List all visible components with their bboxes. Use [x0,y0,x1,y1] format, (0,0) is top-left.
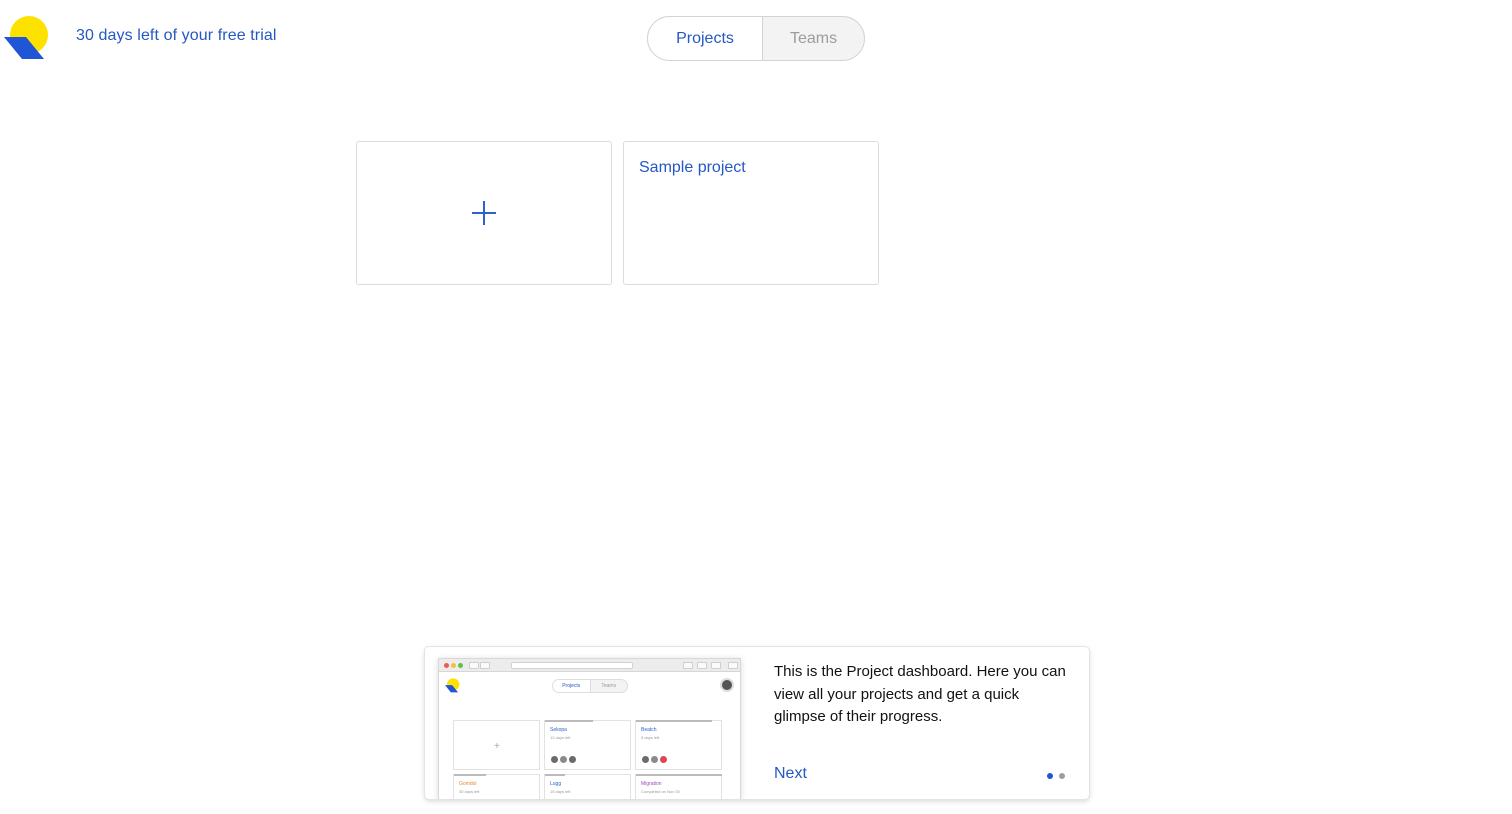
preview-url-bar [511,662,633,669]
preview-card-subtitle: Completed on Nov 05 [641,789,680,794]
preview-card-subtitle: 5 days left [641,735,660,740]
preview-card: Migration Completed on Nov 05 [635,774,722,799]
preview-avatar [650,755,659,764]
trial-status-text[interactable]: 30 days left of your free trial [76,27,277,45]
preview-avatar [559,755,568,764]
preview-card-subtitle: 15 days left [550,789,571,794]
app-logo[interactable] [4,15,50,61]
preview-card-subtitle: 12 days left [550,735,571,740]
close-dot-icon [444,663,449,668]
preview-card: Lugg 15 days left [544,774,631,799]
preview-avatar [641,755,650,764]
preview-avatar [550,755,559,764]
tour-pager [1047,773,1065,779]
preview-new-card: + [453,720,540,770]
pager-dot[interactable] [1059,773,1065,779]
settings-icon [683,662,693,669]
preview-avatar [720,678,734,692]
preview-card-title: Beatch [641,727,657,733]
plus-icon [472,201,496,225]
project-dashboard: 30 days left of your free trial Projects… [0,0,1512,814]
preview-avatar [568,755,577,764]
pager-dot-active[interactable] [1047,773,1053,779]
dashboard-preview-image: Projects Teams + Sekopa 12 days left Bea… [438,658,741,799]
preview-plus-icon: + [494,741,500,752]
onboarding-tour-panel: Projects Teams + Sekopa 12 days left Bea… [425,647,1089,799]
preview-logo-icon [445,678,460,693]
tab-teams[interactable]: Teams [763,17,864,60]
preview-card-title: Sekopa [550,727,567,733]
preview-card: Gomdol 30 days left [453,774,540,799]
tour-description: This is the Project dashboard. Here you … [774,663,1066,725]
new-project-card[interactable] [356,141,612,285]
preview-tab-projects: Projects [553,680,591,692]
preview-card-title: Lugg [550,781,562,787]
project-card-title: Sample project [639,159,746,176]
maximize-dot-icon [458,663,463,668]
preview-card: Sekopa 12 days left [544,720,631,770]
forward-icon [480,662,490,669]
add-tab-icon [728,662,738,669]
preview-card-subtitle: 30 days left [459,789,480,794]
preview-card: Beatch 5 days left [635,720,722,770]
preview-browser-bar [439,659,740,672]
tab-projects[interactable]: Projects [648,17,763,60]
back-icon [469,662,479,669]
minimize-dot-icon [451,663,456,668]
preview-avatar [659,755,668,764]
project-card-sample[interactable]: Sample project [623,141,879,285]
preview-view-switcher: Projects Teams [552,679,628,693]
preview-tab-teams: Teams [601,683,617,689]
preview-card-title: Migration [641,781,662,787]
tour-next-button[interactable]: Next [774,765,807,783]
view-switcher: Projects Teams [647,16,865,61]
preview-card-title: Gomdol [459,781,477,787]
share-icon [697,662,707,669]
tabs-icon [711,662,721,669]
